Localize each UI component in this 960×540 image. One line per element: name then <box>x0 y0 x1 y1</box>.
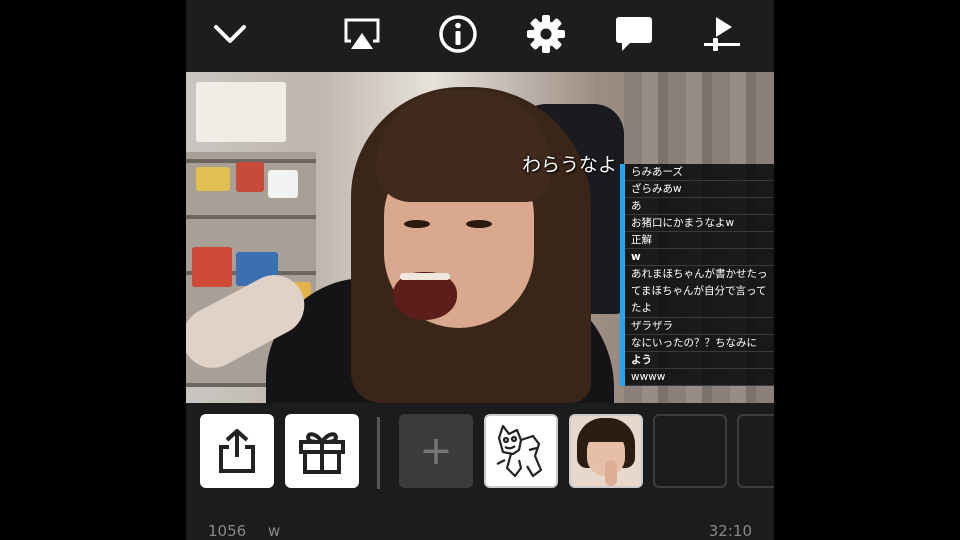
empty-gift-slot[interactable] <box>653 414 727 488</box>
streamer-teeth <box>400 273 450 280</box>
comment-icon <box>616 17 652 51</box>
airplay-button[interactable] <box>336 10 388 58</box>
comment-row: お猪口にかまうなよw <box>625 215 774 232</box>
comment-row: 正解 <box>625 232 774 249</box>
photo-hand <box>605 460 617 486</box>
photo-bangs <box>583 426 629 442</box>
strip-divider <box>377 417 380 489</box>
share-button[interactable] <box>200 414 274 488</box>
phone-screen: ЯX わらうなよ らみあーズ ざらみあw あ お猪口にかまうなよw 正解 w あ… <box>186 0 774 540</box>
comment-row: ざらみあw <box>625 181 774 198</box>
sticker <box>268 170 298 198</box>
streamer-eye <box>404 220 430 228</box>
comment-row: あ <box>625 198 774 215</box>
info-icon <box>439 15 477 53</box>
gift-button[interactable] <box>285 414 359 488</box>
share-icon <box>219 429 255 473</box>
airplay-icon <box>344 18 380 49</box>
action-strip: + <box>186 403 774 498</box>
comment-row: あれまほちゃんが書かせたってまほちゃんが自分で言ってたよ <box>625 266 774 318</box>
top-toolbar <box>186 0 774 72</box>
chevron-down-icon <box>214 25 246 43</box>
comment-button[interactable] <box>608 10 660 58</box>
viewer-count: 1056 <box>208 522 247 540</box>
comment-row: ザラザラ <box>625 318 774 335</box>
footer-bar: 1056 w 32:10 <box>186 498 774 540</box>
sticker <box>192 247 232 287</box>
comment-row: らみあーズ <box>625 164 774 181</box>
comment-row: w <box>625 249 774 266</box>
comment-row: よう <box>625 352 774 369</box>
comment-list[interactable]: らみあーズ ざらみあw あ お猪口にかまうなよw 正解 w あれまほちゃんが書か… <box>620 164 774 386</box>
gift-icon <box>299 432 345 474</box>
empty-gift-slot[interactable] <box>737 414 774 488</box>
add-gift-button[interactable]: + <box>399 414 473 488</box>
elapsed-time: 32:10 <box>708 522 752 540</box>
comment-row: なにいったの？？ちなみに <box>625 335 774 352</box>
stream-overlay-text: わらうなよ <box>522 154 618 176</box>
gift-item-sketch[interactable] <box>484 414 558 488</box>
comment-row: wwww <box>625 369 774 386</box>
playback-settings-button[interactable] <box>696 10 748 58</box>
collapse-button[interactable] <box>204 10 256 58</box>
cat-sketch-icon <box>496 424 543 478</box>
streamer-eye <box>466 220 492 228</box>
info-button[interactable] <box>432 10 484 58</box>
playback-settings-icon <box>704 17 740 51</box>
sticker <box>196 167 230 191</box>
footer-comment: w <box>268 522 281 540</box>
sticker <box>236 162 264 192</box>
gear-icon <box>527 15 565 53</box>
gift-item-photo[interactable] <box>569 414 643 488</box>
sticker <box>196 82 286 142</box>
settings-button[interactable] <box>520 10 572 58</box>
